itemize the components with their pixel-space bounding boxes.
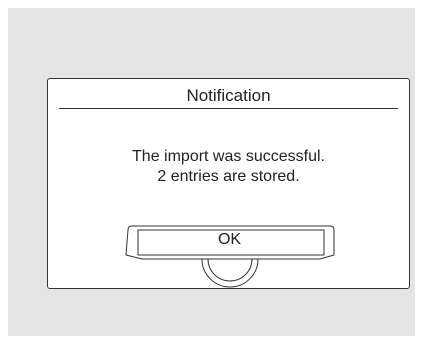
message-line-1: The import was successful. (132, 148, 325, 165)
title-divider (59, 108, 398, 109)
dialog-message: The import was successful. 2 entries are… (48, 147, 409, 187)
notification-dialog: Notification The import was successful. … (47, 78, 410, 289)
device-screen: Notification The import was successful. … (8, 8, 415, 336)
dialog-title: Notification (186, 86, 271, 105)
message-line-2: 2 entries are stored. (157, 168, 300, 185)
ok-button-label: OK (217, 231, 242, 248)
ok-button[interactable]: OK (168, 228, 291, 254)
